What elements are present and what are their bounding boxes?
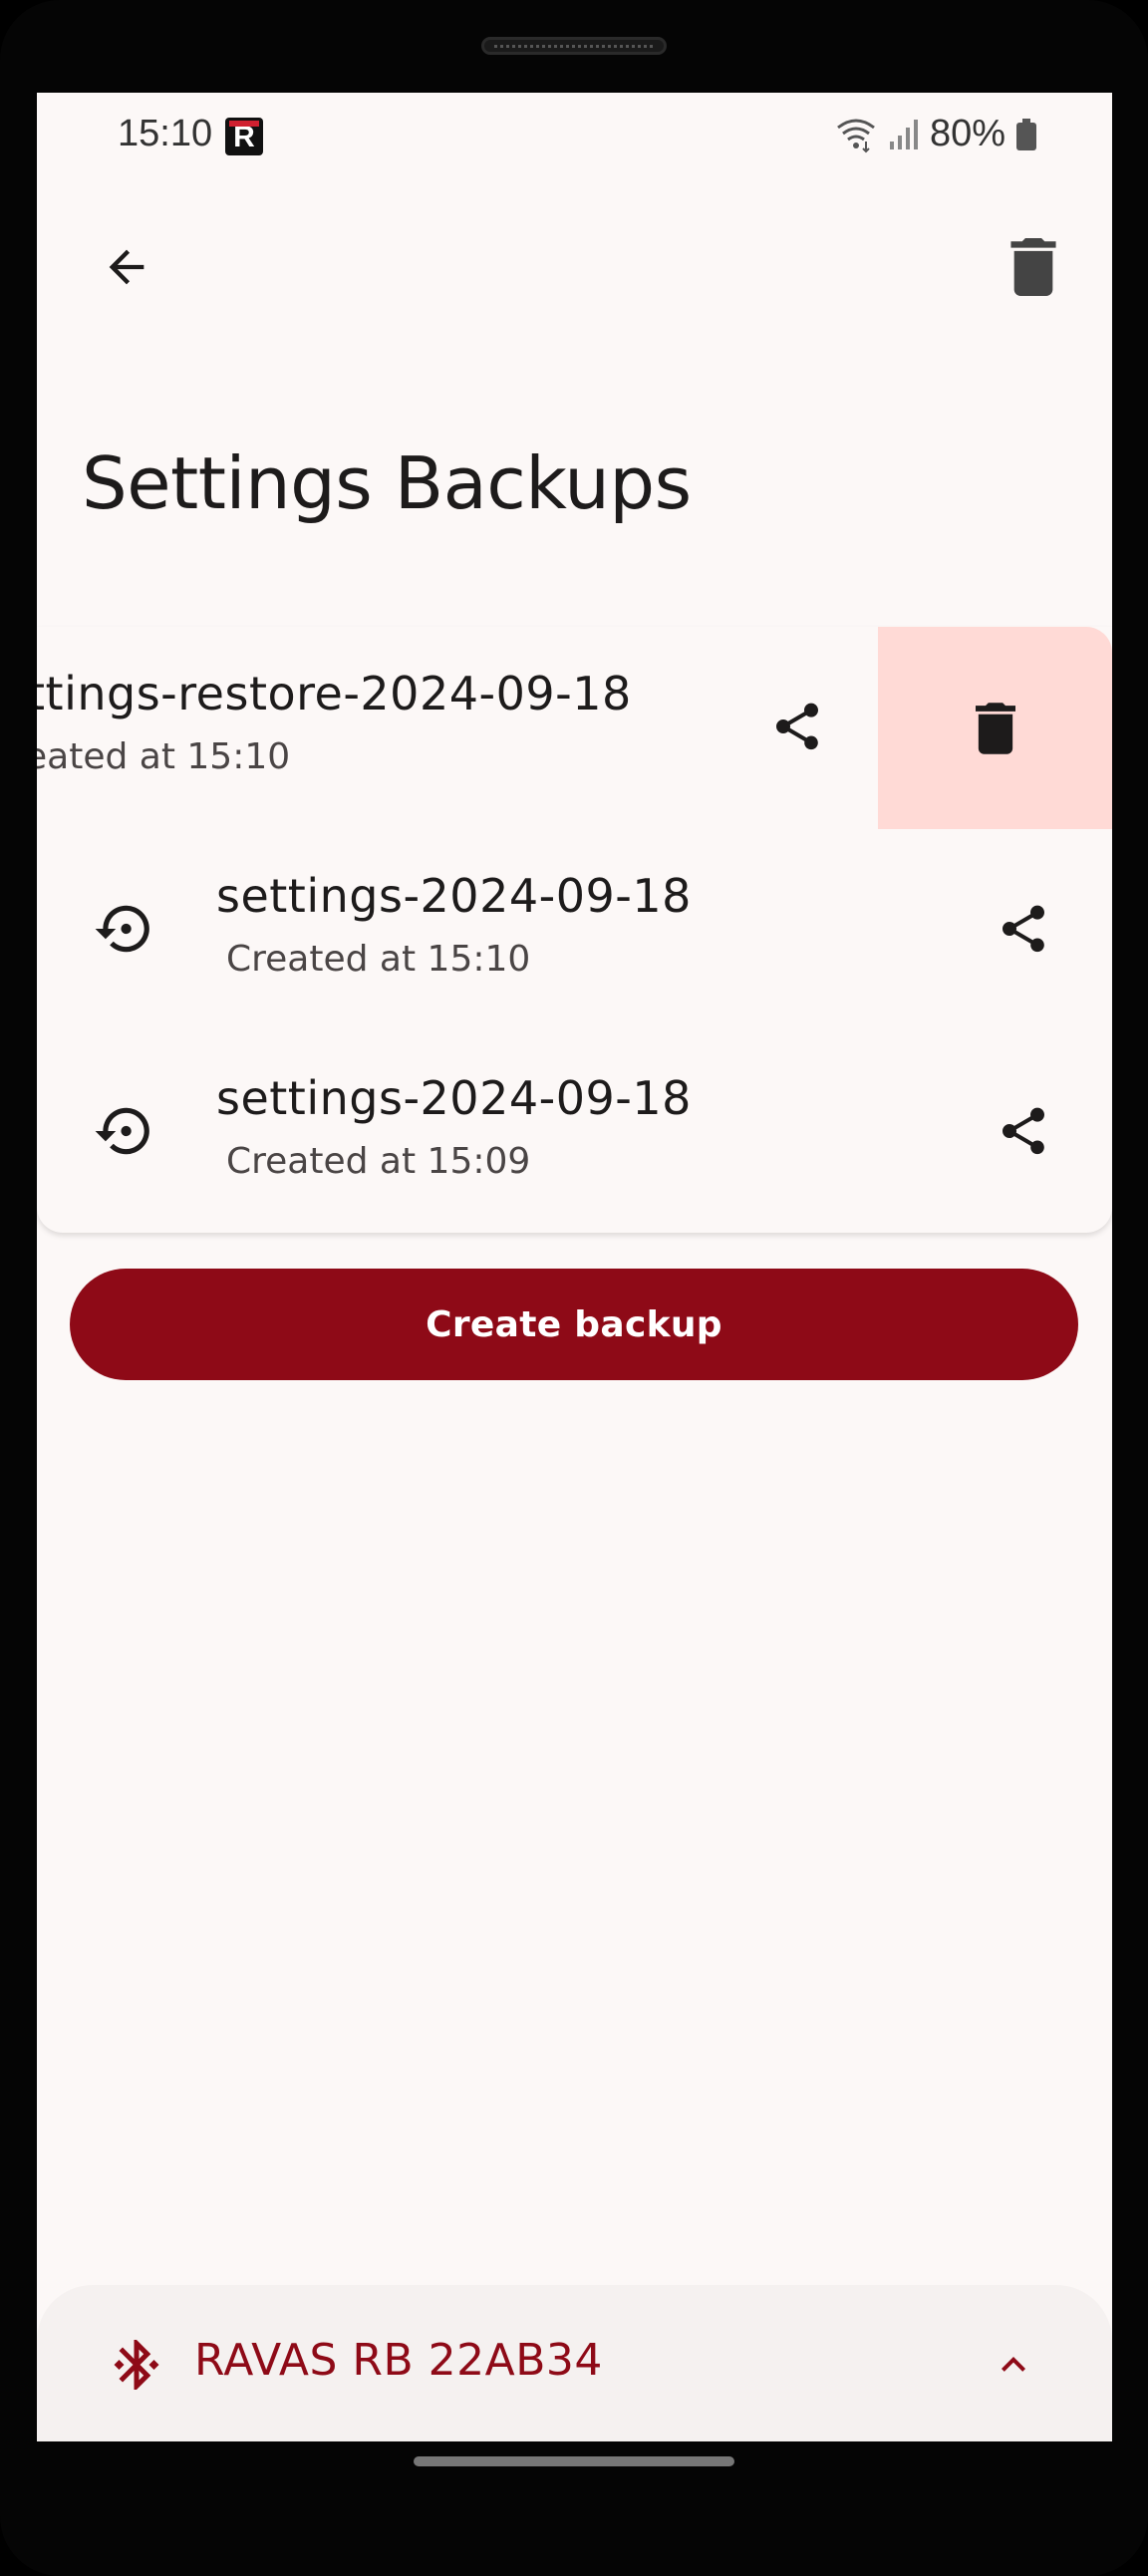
home-indicator[interactable] <box>414 2456 734 2466</box>
earpiece-speaker <box>481 37 667 55</box>
backup-name: settings-2024-09-18 <box>216 1071 692 1125</box>
share-button[interactable] <box>752 682 842 771</box>
share-icon <box>1003 1107 1044 1155</box>
delete-all-button[interactable] <box>989 222 1078 312</box>
app-notification-icon: R <box>225 118 263 155</box>
share-button[interactable] <box>979 1086 1068 1176</box>
device-name: RAVAS RB 22AB34 <box>194 2335 603 2386</box>
backup-created-time: Created at 15:10 <box>226 939 531 980</box>
backup-name: ttings-restore-2024-09-18 <box>37 667 632 720</box>
backup-created-time: eated at 15:10 <box>37 736 291 777</box>
backup-list-item[interactable]: settings-2024-09-18 Created at 15:10 <box>37 829 1112 1031</box>
arrow-back-icon <box>109 249 144 285</box>
status-bar: 15:10 R 80% <box>37 93 1112 182</box>
trash-icon <box>1010 238 1056 296</box>
trash-icon <box>975 702 1015 754</box>
backup-list-item[interactable]: settings-2024-09-18 Created at 15:09 <box>37 1031 1112 1234</box>
restore-icon <box>95 1107 149 1155</box>
share-button[interactable] <box>979 884 1068 974</box>
bluetooth-connected-icon <box>114 2340 159 2390</box>
backup-name: settings-2024-09-18 <box>216 869 692 923</box>
device-sheet[interactable]: RAVAS RB 22AB34 <box>37 2285 1112 2441</box>
screen: 15:10 R 80% Settings Backups ttings-rest… <box>37 93 1112 2441</box>
restore-icon <box>95 905 149 953</box>
restore-button[interactable] <box>79 1086 168 1176</box>
backup-created-time: Created at 15:09 <box>226 1141 531 1182</box>
share-icon <box>1003 905 1044 953</box>
status-indicators: 80% <box>834 113 1037 155</box>
expand-sheet-button[interactable] <box>974 2325 1053 2405</box>
create-backup-button[interactable]: Create backup <box>70 1269 1078 1380</box>
phone-frame: 15:10 R 80% Settings Backups ttings-rest… <box>0 0 1148 2576</box>
restore-button[interactable] <box>79 884 168 974</box>
status-time: 15:10 <box>118 113 213 154</box>
back-button[interactable] <box>82 222 171 312</box>
backup-list-item[interactable]: ttings-restore-2024-09-18 eated at 15:10 <box>37 627 1112 829</box>
share-icon <box>776 703 818 750</box>
battery-icon <box>1015 118 1037 151</box>
swipe-delete-button[interactable] <box>878 627 1112 829</box>
backup-list: ttings-restore-2024-09-18 eated at 15:10… <box>37 627 1112 1233</box>
page-title: Settings Backups <box>82 441 692 525</box>
signal-icon <box>888 118 920 151</box>
chevron-up-icon <box>1002 2357 1025 2372</box>
battery-percentage: 80% <box>929 113 1005 154</box>
wifi-icon <box>834 116 878 153</box>
